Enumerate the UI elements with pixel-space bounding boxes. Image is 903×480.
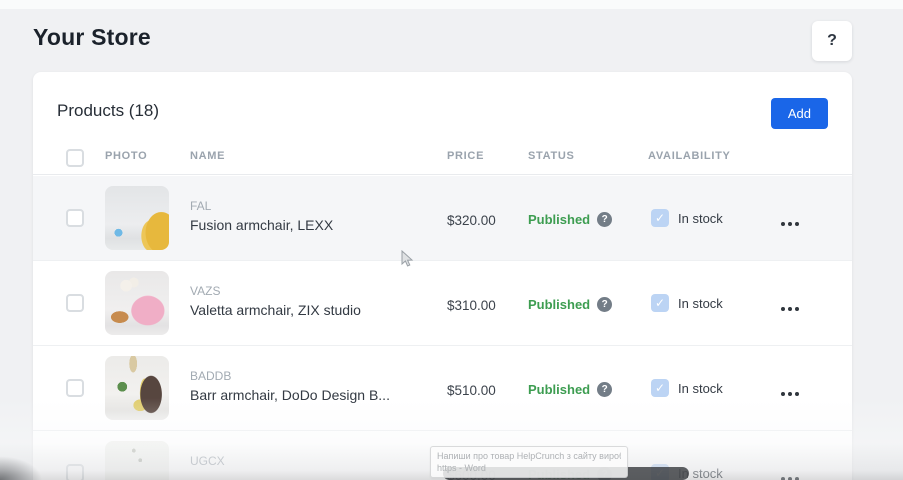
product-price: $310.00 — [447, 298, 496, 313]
check-icon: ✓ — [655, 211, 665, 225]
check-icon: ✓ — [655, 296, 665, 310]
page-title: Your Store — [33, 24, 151, 51]
check-icon: ✓ — [655, 381, 665, 395]
product-photo — [105, 441, 169, 480]
status-badge: Published — [528, 382, 590, 397]
column-header-price: PRICE — [447, 150, 484, 162]
availability-label: In stock — [678, 381, 723, 396]
product-name: Valetta armchair, ZIX studio — [190, 302, 361, 318]
table-row[interactable]: VAZS Valetta armchair, ZIX studio $310.0… — [33, 261, 852, 346]
status-help-icon[interactable]: ? — [597, 297, 612, 312]
table-row[interactable]: BADDB Barr armchair, DoDo Design B... $5… — [33, 346, 852, 431]
help-button[interactable]: ? — [812, 21, 852, 61]
product-sku: BADDB — [190, 369, 390, 383]
tooltip-line-2: https - Word — [437, 462, 621, 474]
product-name-cell: BADDB Barr armchair, DoDo Design B... — [190, 369, 390, 403]
product-name: Fusion armchair, LEXX — [190, 217, 333, 233]
product-status: Published ? — [528, 297, 612, 312]
row-checkbox[interactable] — [66, 464, 84, 480]
product-status: Published ? — [528, 382, 612, 397]
row-checkbox[interactable] — [66, 294, 84, 312]
status-badge: Published — [528, 212, 590, 227]
tooltip-line-1: Напиши про товар HelpCrunch з сайту виро… — [437, 450, 621, 462]
row-checkbox[interactable] — [66, 209, 84, 227]
column-header-availability: AVAILABILITY — [648, 150, 731, 162]
top-highlight-strip — [0, 0, 903, 9]
product-photo — [105, 271, 169, 335]
products-panel-title: Products (18) — [57, 101, 159, 121]
product-name-cell: UGCX — [190, 454, 225, 472]
row-actions-menu-icon[interactable] — [781, 222, 785, 226]
status-help-icon[interactable]: ? — [597, 382, 612, 397]
product-photo — [105, 186, 169, 250]
products-panel: Products (18) Add PHOTO NAME PRICE STATU… — [33, 72, 852, 480]
product-sku: VAZS — [190, 284, 361, 298]
status-help-icon[interactable]: ? — [597, 212, 612, 227]
add-product-button[interactable]: Add — [771, 98, 828, 129]
taskbar-tooltip: Напиши про товар HelpCrunch з сайту виро… — [430, 446, 628, 478]
availability-label: In stock — [678, 296, 723, 311]
in-stock-checkbox[interactable]: ✓ — [651, 379, 669, 397]
table-row[interactable]: FAL Fusion armchair, LEXX $320.00 Publis… — [33, 176, 852, 261]
product-photo — [105, 356, 169, 420]
row-actions-menu-icon[interactable] — [781, 392, 785, 396]
table-header-row: PHOTO NAME PRICE STATUS AVAILABILITY — [33, 146, 852, 175]
select-all-checkbox[interactable] — [66, 149, 84, 167]
product-status: Published ? — [528, 212, 612, 227]
product-name-cell: VAZS Valetta armchair, ZIX studio — [190, 284, 361, 318]
column-header-status: STATUS — [528, 150, 575, 162]
column-header-name: NAME — [190, 150, 225, 162]
product-price: $510.00 — [447, 383, 496, 398]
column-header-photo: PHOTO — [105, 150, 147, 162]
product-availability: ✓ In stock — [651, 294, 723, 312]
in-stock-checkbox[interactable]: ✓ — [651, 294, 669, 312]
product-price: $320.00 — [447, 213, 496, 228]
question-mark-icon: ? — [827, 32, 837, 50]
mouse-cursor — [400, 250, 414, 268]
product-availability: ✓ In stock — [651, 379, 723, 397]
availability-label: In stock — [678, 211, 723, 226]
product-availability: ✓ In stock — [651, 209, 723, 227]
product-sku: FAL — [190, 199, 333, 213]
row-actions-menu-icon[interactable] — [781, 307, 785, 311]
product-name: Barr armchair, DoDo Design B... — [190, 387, 390, 403]
status-badge: Published — [528, 297, 590, 312]
in-stock-checkbox[interactable]: ✓ — [651, 209, 669, 227]
row-checkbox[interactable] — [66, 379, 84, 397]
table-body: FAL Fusion armchair, LEXX $320.00 Publis… — [33, 176, 852, 480]
product-sku: UGCX — [190, 454, 225, 468]
product-name-cell: FAL Fusion armchair, LEXX — [190, 199, 333, 233]
